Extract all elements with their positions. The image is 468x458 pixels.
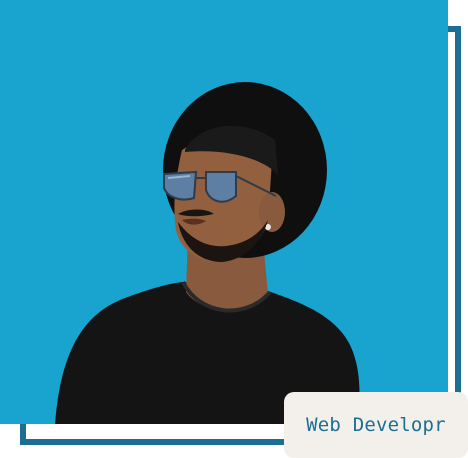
profile-photo bbox=[0, 0, 448, 424]
role-label: Web Developr bbox=[306, 414, 446, 436]
ear bbox=[259, 192, 285, 232]
role-badge: Web Developr bbox=[284, 392, 468, 458]
portrait-illustration bbox=[0, 0, 448, 424]
